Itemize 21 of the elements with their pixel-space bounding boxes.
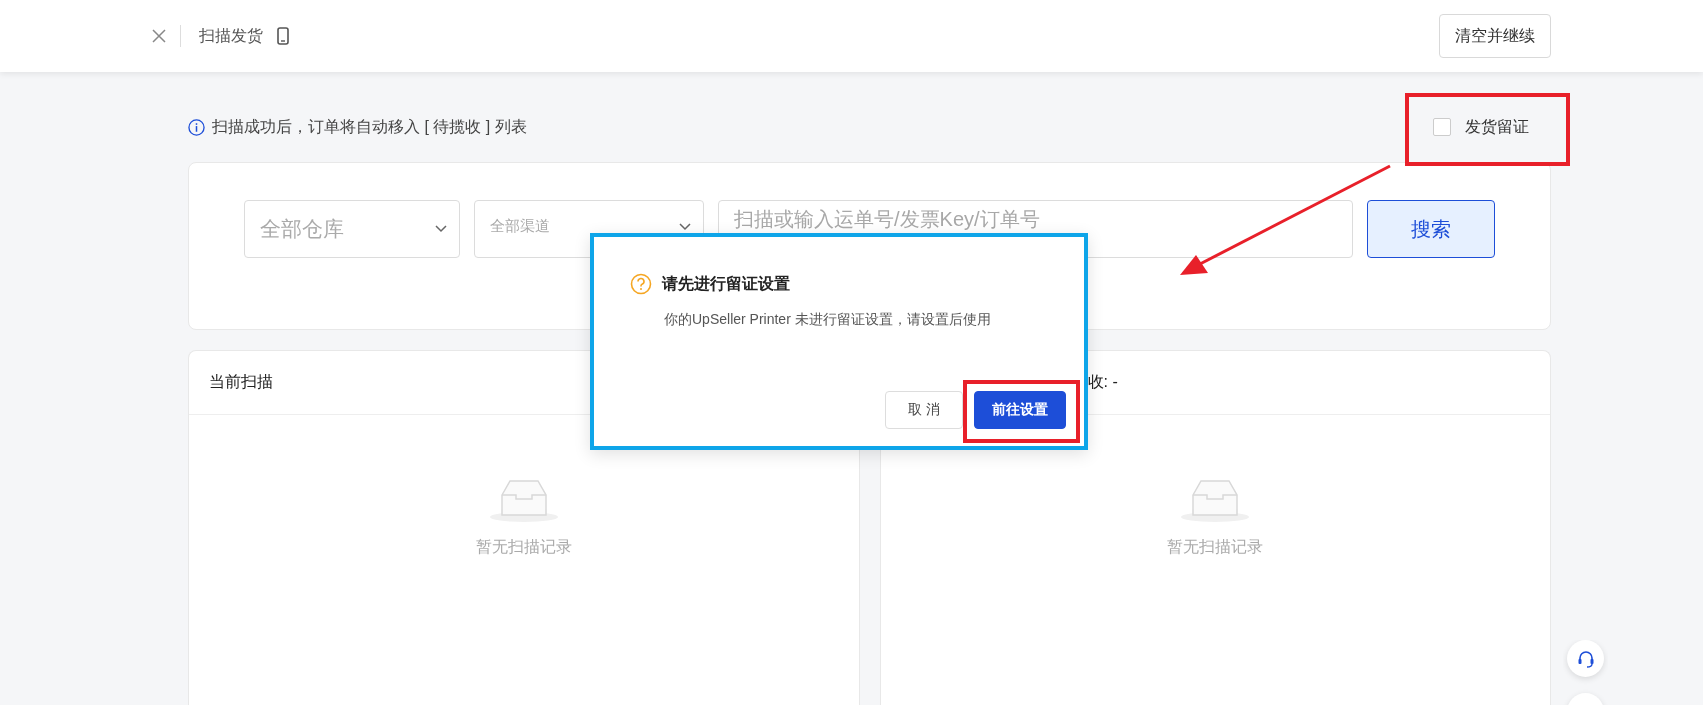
- clear-continue-button[interactable]: 清空并继续: [1439, 14, 1551, 58]
- go-to-settings-button[interactable]: 前往设置: [974, 391, 1066, 429]
- info-icon: [188, 118, 205, 136]
- dialog-title: 请先进行留证设置: [662, 273, 790, 294]
- checkbox-label[interactable]: 发货留证: [1465, 116, 1529, 138]
- cancel-button[interactable]: 取 消: [885, 391, 963, 429]
- empty-message: 暂无扫描记录: [475, 537, 572, 557]
- search-button[interactable]: 搜索: [1367, 200, 1495, 258]
- notice-text: 扫描成功后，订单将自动移入 [ 待揽收 ] 列表: [212, 116, 527, 137]
- checkbox[interactable]: [1433, 118, 1451, 136]
- support-button[interactable]: [1567, 640, 1604, 677]
- caret-icon: [435, 225, 447, 233]
- caret-icon: [679, 223, 691, 231]
- panel-title: 当前扫描: [209, 372, 273, 392]
- dialog-message: 你的UpSeller Printer 未进行留证设置，请设置后使用: [664, 311, 992, 329]
- question-icon: [630, 273, 652, 295]
- phone-icon[interactable]: [277, 27, 289, 45]
- panel-title: 收: -: [1087, 372, 1118, 392]
- close-icon[interactable]: [150, 27, 168, 45]
- empty-message: 暂无扫描记录: [1167, 537, 1264, 557]
- page-title: 扫描发货: [199, 25, 263, 46]
